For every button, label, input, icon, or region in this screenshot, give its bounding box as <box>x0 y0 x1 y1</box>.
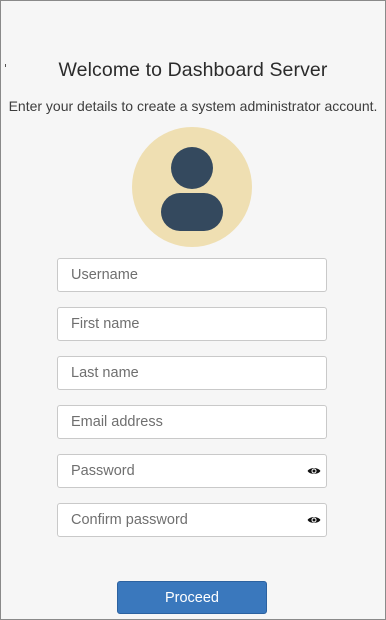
email-field <box>57 405 327 439</box>
avatar <box>132 127 252 247</box>
confirm-password-field <box>57 503 327 537</box>
confirm-password-input[interactable] <box>58 504 326 536</box>
email-input[interactable] <box>58 406 326 438</box>
user-icon <box>161 147 223 231</box>
first-name-field <box>57 307 327 341</box>
eye-icon[interactable] <box>307 464 321 478</box>
proceed-button[interactable]: Proceed <box>117 581 267 614</box>
page-subtitle: Enter your details to create a system ad… <box>8 98 378 114</box>
setup-window: Welcome to Dashboard Server Enter your d… <box>0 0 386 620</box>
first-name-input[interactable] <box>58 308 326 340</box>
eye-icon[interactable] <box>307 513 321 527</box>
username-input[interactable] <box>58 259 326 291</box>
page-title: Welcome to Dashboard Server <box>58 59 328 81</box>
last-name-input[interactable] <box>58 357 326 389</box>
password-field <box>57 454 327 488</box>
last-name-field <box>57 356 327 390</box>
password-input[interactable] <box>58 455 326 487</box>
username-field <box>57 258 327 292</box>
